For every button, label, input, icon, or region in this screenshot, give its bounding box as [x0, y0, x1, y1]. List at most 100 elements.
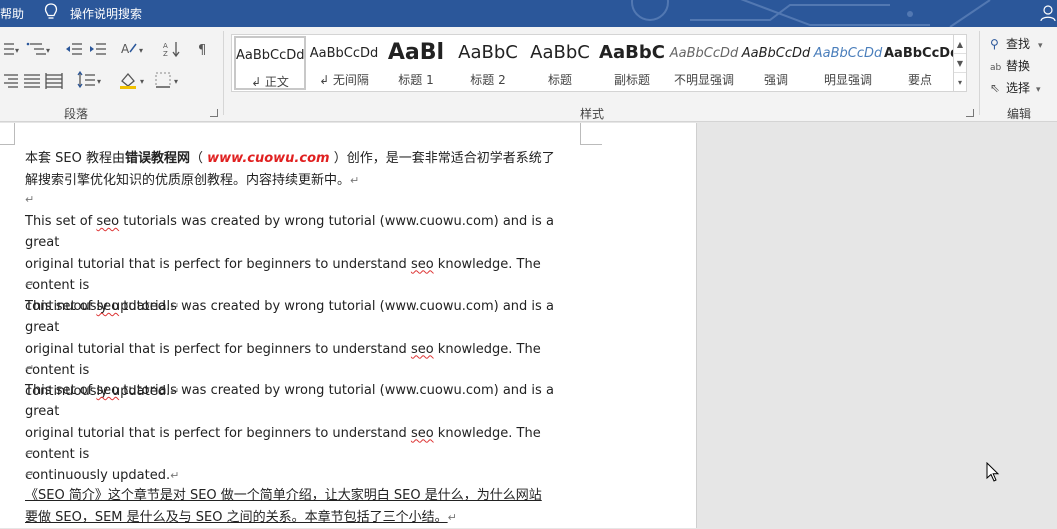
spell-error-word[interactable]: seo: [411, 257, 434, 272]
shading-icon[interactable]: ▾: [118, 71, 148, 89]
spell-error-word[interactable]: seo: [96, 383, 119, 398]
search-icon: ⚲: [990, 37, 999, 51]
chapter-intro-paragraph: 《SEO 简介》这个章节是对 SEO 做一个简单介绍，让大家明白 SEO 是什么…: [25, 485, 585, 529]
style-heading-2[interactable]: AaBbC 标题 2: [452, 36, 524, 90]
cursor-arrow-icon: ⇖: [990, 81, 1001, 95]
paragraph-mark: ↵: [25, 362, 35, 375]
gallery-expand-icon[interactable]: ▾: [954, 73, 966, 92]
svg-text:▾: ▾: [46, 46, 50, 55]
site-url[interactable]: www.cuowu.com: [207, 151, 329, 166]
sort-icon[interactable]: AZ: [162, 40, 182, 58]
en-text: original tutorial that is perfect for be…: [25, 341, 411, 357]
group-separator: [223, 31, 224, 115]
svg-text:▾: ▾: [15, 46, 19, 55]
style-subtitle[interactable]: AaBbC 副标题: [596, 36, 668, 90]
intro-text: 解搜索引擎优化知识的优质原创教程。内容持续更新中。: [25, 173, 351, 188]
intro-text: 本套 SEO 教程由: [25, 151, 125, 166]
style-name: 副标题: [613, 73, 650, 87]
style-preview: AaBl: [387, 40, 445, 65]
en-text: This set of: [25, 214, 97, 229]
svg-text:A: A: [121, 42, 130, 56]
chevron-down-icon: ▾: [1038, 41, 1043, 51]
style-preview: AaBbCcDd: [669, 46, 739, 61]
spell-error-word[interactable]: seo: [411, 426, 434, 441]
spell-error-word[interactable]: seo: [96, 214, 119, 229]
style-preview: AaBbCcDd: [309, 46, 379, 61]
style-heading-1[interactable]: AaBl 标题 1: [380, 36, 452, 90]
decrease-indent-icon[interactable]: [64, 40, 84, 58]
replace-icon: ab: [990, 63, 1002, 73]
scroll-down-icon[interactable]: ▼: [954, 54, 966, 73]
style-name: 标题 2: [470, 73, 506, 87]
borders-icon[interactable]: ▾: [154, 71, 182, 89]
align-right-icon[interactable]: [0, 71, 20, 89]
style-no-spacing[interactable]: AaBbCcDd ↲ 无间隔: [308, 36, 380, 90]
margin-corner-right: [580, 123, 602, 145]
svg-text:A: A: [163, 42, 168, 50]
chapter-text: 《SEO 简介》这个章节是对 SEO 做一个简单介绍，让大家明白 SEO 是什么…: [25, 488, 542, 503]
style-title[interactable]: AaBbC 标题: [524, 36, 596, 90]
show-marks-icon[interactable]: ¶: [194, 40, 214, 58]
style-normal[interactable]: AaBbCcDd ↲ 正文: [234, 36, 306, 90]
svg-text:▾: ▾: [174, 77, 178, 86]
style-preview: AaBbCcDd: [884, 46, 956, 61]
chinese-layout-icon[interactable]: A ▾: [120, 40, 148, 58]
style-name: 明显强调: [823, 73, 872, 87]
style-preview: AaBbC: [530, 42, 590, 63]
find-label: 查找: [1006, 37, 1031, 51]
group-separator: [979, 31, 980, 115]
user-icon[interactable]: [1040, 4, 1056, 22]
paragraph-mark: ↵: [25, 193, 35, 206]
intro-paragraph: 本套 SEO 教程由错误教程网（ www.cuowu.com ）创作，是一套非常…: [25, 148, 585, 192]
style-name: 要点: [907, 73, 932, 87]
style-preview: AaBbC: [458, 42, 518, 63]
line-spacing-icon[interactable]: ▾: [76, 71, 104, 89]
spell-error-word[interactable]: seo: [96, 299, 119, 314]
svg-text:Z: Z: [163, 50, 168, 58]
paragraph-mark: ↵: [25, 447, 35, 460]
style-name: 标题 1: [398, 73, 434, 87]
style-preview: AaBbC: [599, 42, 665, 63]
styles-launcher[interactable]: [966, 109, 974, 117]
increase-indent-icon[interactable]: [88, 40, 108, 58]
lightbulb-icon: [44, 3, 58, 19]
style-intense-emphasis[interactable]: AaBbCcDd 明显强调: [812, 36, 884, 90]
en-text: original tutorial that is perfect for be…: [25, 425, 411, 441]
style-strong[interactable]: AaBbCcDd 要点: [884, 36, 956, 90]
svg-text:¶: ¶: [198, 43, 206, 58]
paragraph-launcher[interactable]: [210, 109, 218, 117]
distributed-icon[interactable]: [44, 71, 64, 89]
title-bar: 帮助 操作说明搜索: [0, 0, 1057, 27]
mouse-pointer-icon: [986, 462, 1000, 482]
scroll-up-icon[interactable]: ▲: [954, 35, 966, 54]
paragraph-group-label: 段落: [64, 107, 89, 121]
document-page[interactable]: 本套 SEO 教程由错误教程网（ www.cuowu.com ）创作，是一套非常…: [0, 123, 697, 528]
gallery-scroll[interactable]: ▲ ▼ ▾: [953, 34, 967, 92]
margin-corner-left: [0, 123, 15, 145]
chevron-down-icon: ▾: [1036, 85, 1041, 95]
multilevel-list-icon[interactable]: ▾: [26, 40, 54, 58]
justify-icon[interactable]: [22, 71, 42, 89]
help-tab[interactable]: 帮助: [0, 5, 24, 22]
en-text: continuously updated.: [25, 468, 171, 484]
select-label: 选择: [1006, 81, 1031, 95]
style-emphasis[interactable]: AaBbCcDd 强调: [740, 36, 812, 90]
paragraph-mark: ↵: [350, 174, 360, 187]
english-paragraph-3: This set of seo tutorials was created by…: [25, 380, 585, 486]
select-button[interactable]: ⇖ 选择 ▾: [990, 79, 1041, 96]
style-subtle-emphasis[interactable]: AaBbCcDd 不明显强调: [668, 36, 740, 90]
style-name: ↲ 无间隔: [319, 73, 369, 87]
intro-text: ）创作，是一套非常适合初学者系统了: [333, 151, 555, 166]
styles-gallery: AaBbCcDd ↲ 正文 AaBbCcDd ↲ 无间隔 AaBl 标题 1 A…: [231, 34, 967, 92]
paragraph-mark: ↵: [25, 468, 35, 481]
style-name: ↲ 正文: [251, 75, 289, 89]
edit-group-label: 编辑: [1007, 107, 1032, 121]
style-preview: AaBbCcDd: [741, 46, 811, 61]
tell-me-search[interactable]: 操作说明搜索: [70, 5, 142, 22]
replace-label: 替换: [1006, 59, 1031, 73]
spell-error-word[interactable]: seo: [411, 342, 434, 357]
svg-text:▾: ▾: [139, 46, 143, 55]
replace-button[interactable]: ab 替换: [990, 57, 1030, 74]
find-button[interactable]: ⚲ 查找 ▾: [990, 35, 1043, 52]
bullets-icon[interactable]: ▾: [0, 40, 20, 58]
